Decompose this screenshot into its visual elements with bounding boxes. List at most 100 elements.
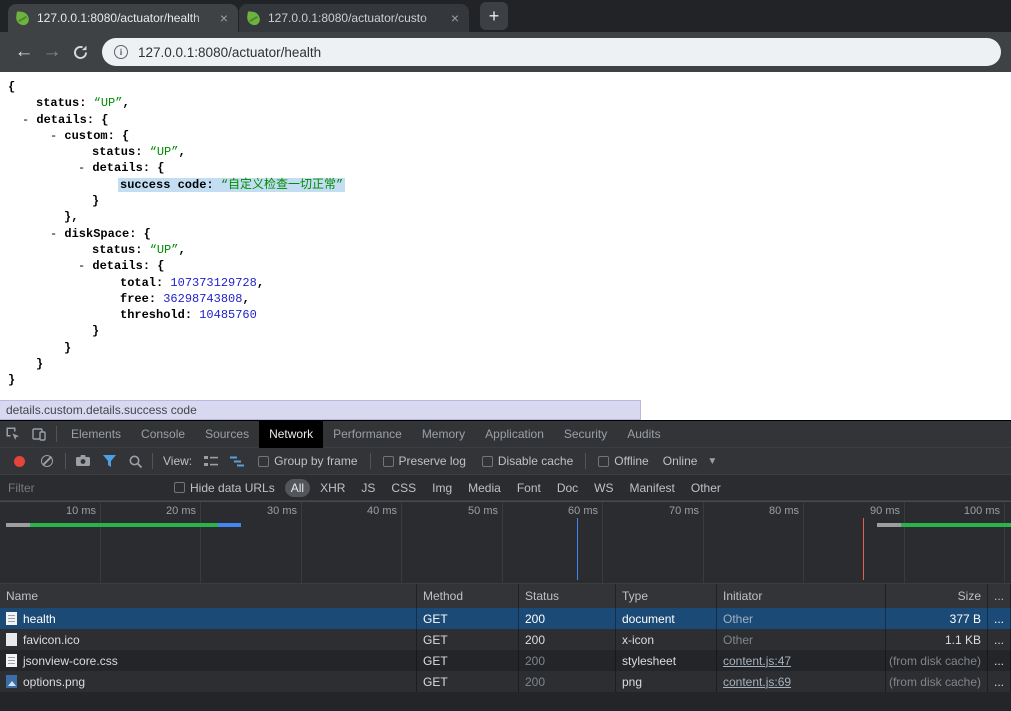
preserve-log-checkbox[interactable]: Preserve log	[383, 454, 466, 468]
json-collapser[interactable]: -	[50, 227, 64, 241]
json-collapser[interactable]: -	[22, 113, 36, 127]
capture-screenshots-button[interactable]	[70, 448, 96, 474]
separator	[370, 453, 371, 469]
filter-toggle-button[interactable]	[96, 448, 122, 474]
disable-cache-label: Disable cache	[498, 454, 573, 468]
filter-chip-other[interactable]: Other	[685, 479, 727, 497]
json-collapser[interactable]: -	[78, 161, 92, 175]
json-collapser[interactable]: -	[50, 129, 64, 143]
request-row-jsonview-core.css[interactable]: jsonview-core.cssGET200stylesheetcontent…	[0, 650, 1011, 671]
record-button[interactable]	[14, 456, 25, 467]
cell-size: (from disk cache)	[886, 650, 988, 671]
cell-size: (from disk cache)	[886, 671, 988, 692]
filter-chip-manifest[interactable]: Manifest	[624, 479, 681, 497]
filter-chip-img[interactable]: Img	[426, 479, 458, 497]
json-string: “UP”	[94, 96, 123, 110]
filter-chip-js[interactable]: JS	[355, 479, 381, 497]
column-header-type[interactable]: Type	[616, 584, 717, 608]
column-header-size[interactable]: Size	[886, 584, 988, 608]
close-icon[interactable]: ×	[449, 11, 461, 25]
search-button[interactable]	[122, 448, 148, 474]
column-header-status[interactable]: Status	[519, 584, 616, 608]
cell-name: jsonview-core.css	[0, 650, 417, 671]
devtools-tab-console[interactable]: Console	[131, 421, 195, 448]
json-viewer: {status: “UP”,- details: {- custom: {sta…	[0, 72, 1011, 389]
camera-icon	[75, 454, 91, 468]
address-bar[interactable]: i 127.0.0.1:8080/actuator/health	[102, 38, 1001, 66]
json-collapser[interactable]: -	[78, 259, 92, 273]
devtools-tab-application[interactable]: Application	[475, 421, 554, 448]
timeline-tick-label: 70 ms	[669, 505, 699, 517]
group-by-frame-checkbox[interactable]: Group by frame	[258, 454, 357, 468]
devtools-tab-memory[interactable]: Memory	[412, 421, 475, 448]
image-icon	[6, 675, 17, 688]
devtools-tab-audits[interactable]: Audits	[617, 421, 670, 448]
throttling-dropdown[interactable]: Online	[663, 454, 698, 468]
timeline-gridline	[602, 502, 603, 583]
checkbox-icon	[482, 456, 493, 467]
close-icon[interactable]: ×	[218, 11, 230, 25]
timeline-tick-label: 30 ms	[267, 505, 297, 517]
offline-checkbox[interactable]: Offline	[598, 454, 648, 468]
column-header-initiator[interactable]: Initiator	[717, 584, 886, 608]
device-toolbar-button[interactable]	[26, 421, 52, 447]
devtools-tab-performance[interactable]: Performance	[323, 421, 412, 448]
hide-data-urls-label: Hide data URLs	[190, 481, 275, 495]
forward-button[interactable]: →	[38, 38, 66, 66]
view-list-button[interactable]	[198, 448, 224, 474]
filter-chip-media[interactable]: Media	[462, 479, 507, 497]
network-overview-timeline[interactable]: 10 ms20 ms30 ms40 ms50 ms60 ms70 ms80 ms…	[0, 501, 1011, 584]
offline-label: Offline	[614, 454, 648, 468]
devtools-tab-sources[interactable]: Sources	[195, 421, 259, 448]
site-info-icon[interactable]: i	[114, 45, 128, 59]
json-punct: }	[8, 373, 15, 387]
json-key: status	[92, 145, 135, 159]
network-request-table: NameMethodStatusTypeInitiatorSize... hea…	[0, 584, 1011, 692]
devtools-tabs: ElementsConsoleSourcesNetworkPerformance…	[61, 421, 671, 448]
filter-chip-all[interactable]: All	[285, 479, 310, 497]
separator	[152, 453, 153, 469]
json-punct: ,	[122, 96, 129, 110]
request-row-health[interactable]: healthGET200documentOther377 B...	[0, 608, 1011, 629]
separator	[56, 426, 57, 442]
checkbox-icon	[598, 456, 609, 467]
column-header-name[interactable]: Name	[0, 584, 417, 608]
devtools-tab-elements[interactable]: Elements	[61, 421, 131, 448]
view-waterfall-button[interactable]	[224, 448, 250, 474]
filter-chip-xhr[interactable]: XHR	[314, 479, 351, 497]
column-header-method[interactable]: Method	[417, 584, 519, 608]
devtools-tab-network[interactable]: Network	[259, 421, 323, 448]
request-row-favicon.ico[interactable]: favicon.icoGET200x-iconOther1.1 KB...	[0, 629, 1011, 650]
filter-chip-css[interactable]: CSS	[385, 479, 422, 497]
browser-tab-1[interactable]: 127.0.0.1:8080/actuator/health×	[8, 4, 238, 32]
back-button[interactable]: ←	[10, 38, 38, 66]
timeline-gridline	[401, 502, 402, 583]
timeline-gridline	[1004, 502, 1005, 583]
json-punct: :	[156, 276, 170, 290]
disable-cache-checkbox[interactable]: Disable cache	[482, 454, 573, 468]
chevron-down-icon[interactable]: ▼	[707, 456, 717, 467]
filter-input[interactable]	[6, 479, 166, 496]
page-content: {status: “UP”,- details: {- custom: {sta…	[0, 72, 1011, 420]
network-toolbar: View: Group by frame	[0, 448, 1011, 475]
column-header-[interactable]: ...	[988, 584, 1011, 608]
json-key: details	[92, 259, 142, 273]
new-tab-button[interactable]: +	[480, 2, 508, 30]
json-punct: {	[8, 80, 15, 94]
clear-icon[interactable]	[41, 455, 53, 467]
table-body: healthGET200documentOther377 B...favicon…	[0, 608, 1011, 692]
filter-chip-ws[interactable]: WS	[588, 479, 619, 497]
devtools-tab-security[interactable]: Security	[554, 421, 617, 448]
initiator-text: Other	[723, 612, 753, 626]
initiator-link[interactable]: content.js:69	[723, 675, 791, 689]
browser-tab-2[interactable]: 127.0.0.1:8080/actuator/custo×	[239, 4, 469, 32]
initiator-link[interactable]: content.js:47	[723, 654, 791, 668]
inspect-element-button[interactable]	[0, 421, 26, 447]
hide-data-urls-checkbox[interactable]: Hide data URLs	[174, 481, 275, 495]
filter-chip-font[interactable]: Font	[511, 479, 547, 497]
timeline-bar-blue	[218, 523, 241, 527]
reload-button[interactable]	[66, 38, 94, 66]
cell-initiator: content.js:47	[717, 650, 886, 671]
filter-chip-doc[interactable]: Doc	[551, 479, 584, 497]
request-row-options.png[interactable]: options.pngGET200pngcontent.js:69(from d…	[0, 671, 1011, 692]
